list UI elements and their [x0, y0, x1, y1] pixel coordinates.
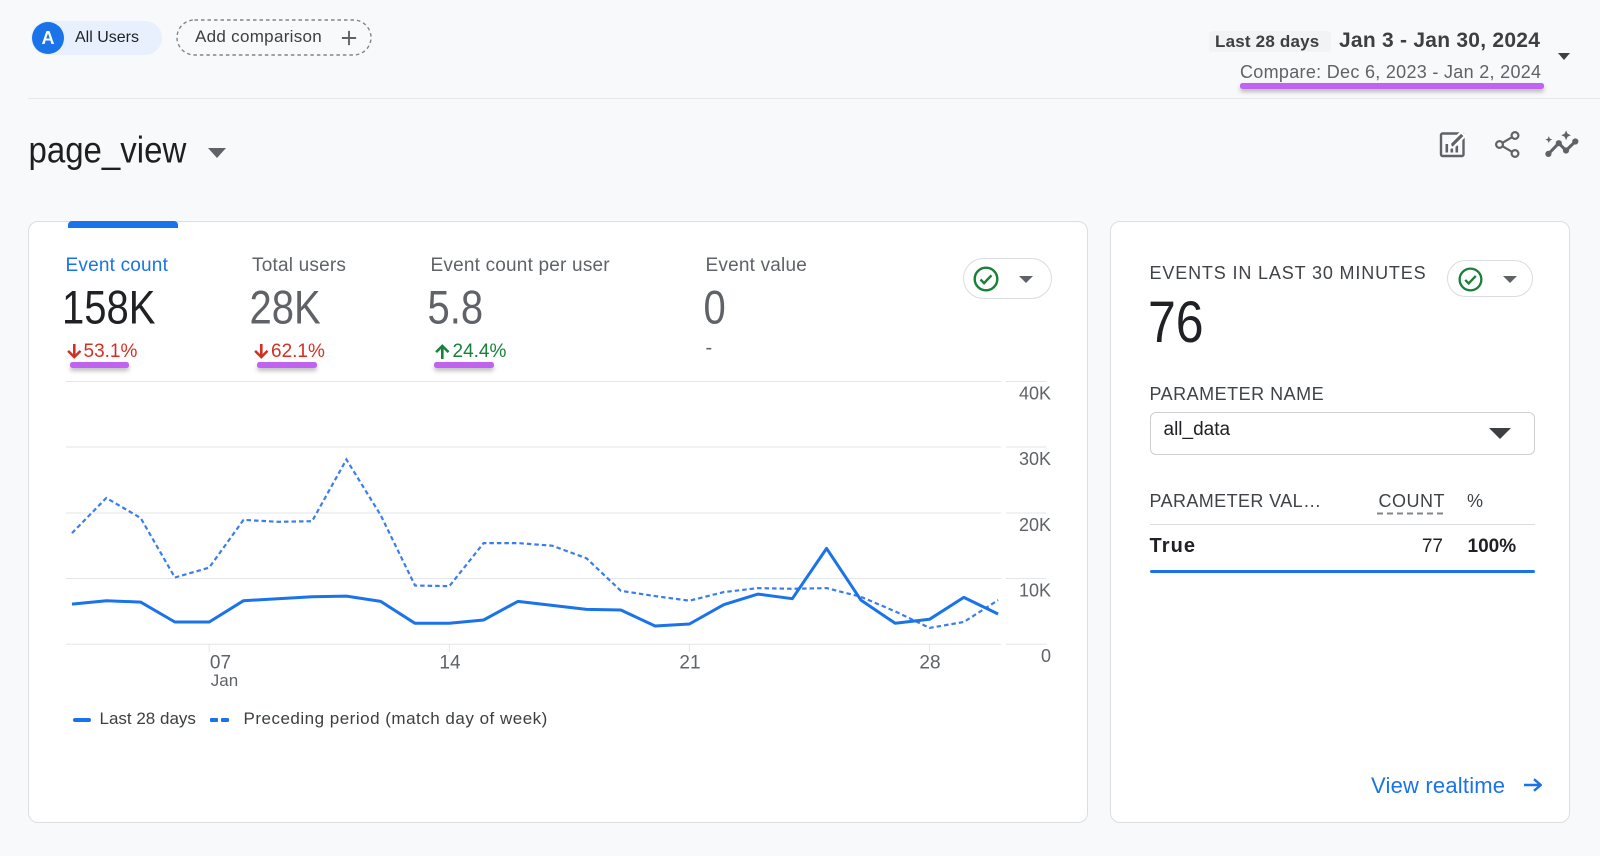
svg-text:28: 28	[919, 652, 940, 673]
svg-text:21: 21	[679, 652, 700, 673]
svg-text:14: 14	[439, 652, 461, 673]
svg-text:10K: 10K	[1019, 580, 1051, 600]
svg-text:Jan: Jan	[211, 671, 238, 690]
svg-text:40K: 40K	[1019, 383, 1051, 403]
svg-text:30K: 30K	[1019, 448, 1051, 468]
svg-text:20K: 20K	[1019, 514, 1051, 534]
svg-text:0: 0	[1041, 646, 1051, 666]
svg-text:07: 07	[210, 652, 231, 673]
